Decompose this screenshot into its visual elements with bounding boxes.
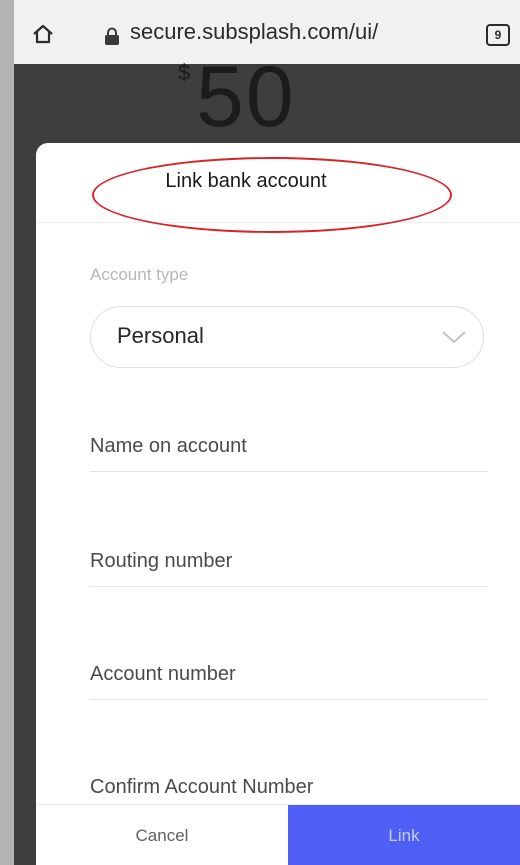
red-annotation-circle bbox=[92, 157, 452, 233]
chevron-down-icon bbox=[442, 331, 466, 344]
account-type-label: Account type bbox=[90, 265, 189, 284]
cancel-button[interactable]: Cancel bbox=[36, 805, 288, 865]
currency-symbol: $ bbox=[178, 60, 191, 85]
gift-amount: 50 bbox=[196, 49, 296, 145]
account-type-select[interactable]: Personal bbox=[90, 306, 484, 368]
routing-number-placeholder: Routing number bbox=[90, 550, 233, 572]
phone-screen: secure.subsplash.com/ui/ 9 $ 50 Link ban… bbox=[0, 0, 520, 865]
home-icon[interactable] bbox=[32, 24, 54, 44]
name-on-account-placeholder: Name on account bbox=[90, 435, 247, 457]
name-on-account-field[interactable]: Name on account bbox=[90, 429, 488, 472]
modal-footer: Cancel Link bbox=[36, 804, 520, 865]
link-button[interactable]: Link bbox=[288, 805, 520, 865]
confirm-account-number-placeholder: Confirm Account Number bbox=[90, 776, 314, 798]
url-text[interactable]: secure.subsplash.com/ui/ bbox=[130, 19, 450, 45]
left-edge bbox=[0, 0, 14, 865]
account-number-field[interactable]: Account number bbox=[90, 657, 488, 700]
account-type-value: Personal bbox=[117, 323, 204, 348]
routing-number-field[interactable]: Routing number bbox=[90, 544, 488, 587]
url-fade bbox=[424, 14, 458, 52]
lock-icon bbox=[105, 27, 119, 45]
tab-count-button[interactable]: 9 bbox=[486, 24, 510, 46]
account-number-placeholder: Account number bbox=[90, 663, 236, 685]
link-bank-account-modal: Link bank account Account type Personal … bbox=[36, 143, 520, 865]
